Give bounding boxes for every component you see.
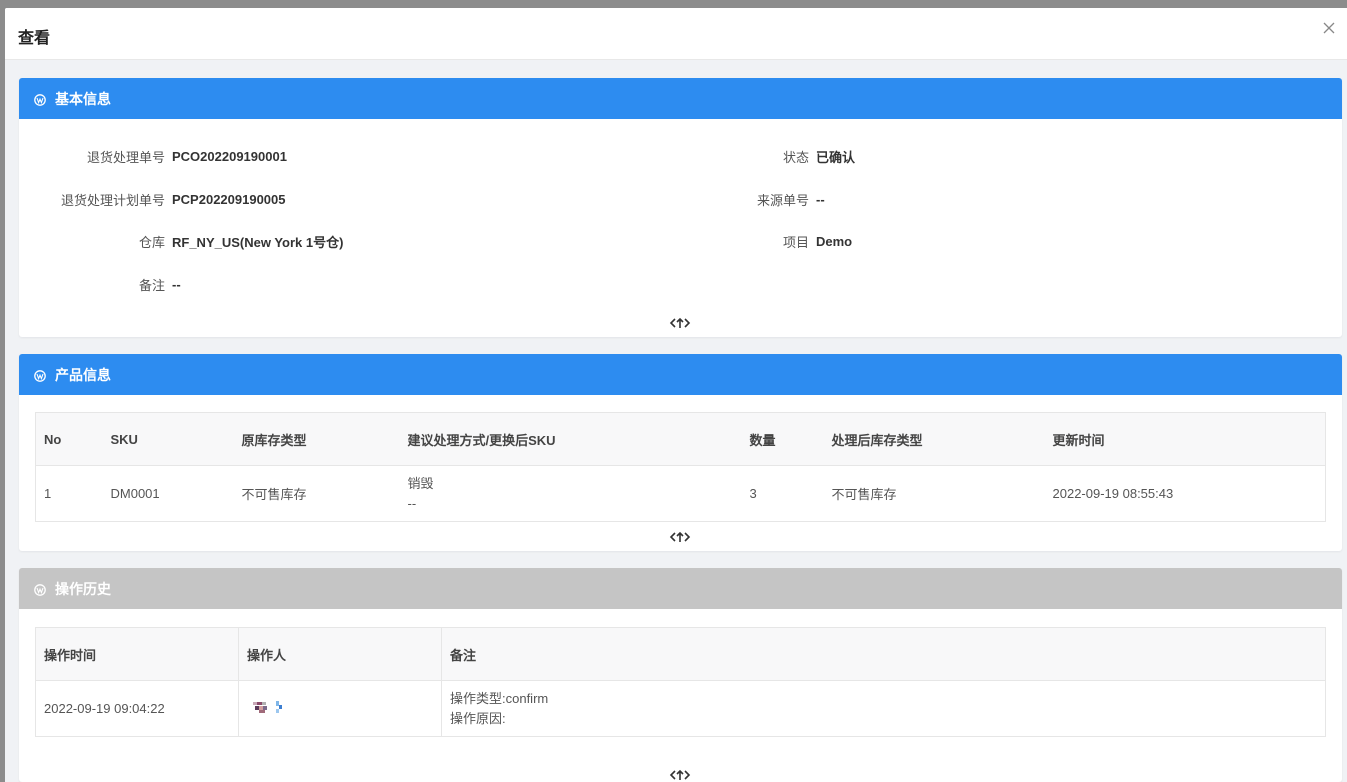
column-header: 操作时间 <box>35 627 239 681</box>
history-table: 操作时间 操作人 备注 2022-09-19 09:04:22 操作类型:con… <box>35 627 1326 737</box>
column-header: 处理后库存类型 <box>823 412 1045 466</box>
column-header: SKU <box>102 412 234 466</box>
history-header[interactable]: 操作历史 <box>19 568 1342 609</box>
cell-quantity: 3 <box>741 465 824 522</box>
table-row: 1 DM0001 不可售库存 销毁 -- 3 不可售库存 2022-09-19 … <box>35 465 1326 522</box>
column-header: 操作人 <box>238 627 442 681</box>
collapse-toggle-icon[interactable] <box>669 316 691 330</box>
cell-processed-stock-type: 不可售库存 <box>823 465 1045 522</box>
history-card: 操作历史 操作时间 操作人 备注 2022-09-19 09:04:22 操作类… <box>19 568 1342 782</box>
column-header: 数量 <box>741 412 824 466</box>
dialog-title: 查看 <box>18 30 51 47</box>
view-dialog: 查看 基本信息 退货处理单号 PCO202209190001 退货处理计划单号 … <box>5 8 1347 782</box>
basic-info-header[interactable]: 基本信息 <box>19 78 1342 119</box>
field-label: 状态 <box>782 149 809 165</box>
dialog-header: 查看 <box>5 8 1347 60</box>
product-info-header[interactable]: 产品信息 <box>19 354 1342 395</box>
basic-info-title: 基本信息 <box>55 90 111 107</box>
cell-time: 2022-09-19 09:04:22 <box>35 680 239 737</box>
table-row: 2022-09-19 09:04:22 操作类型:confirm 操作原因: <box>35 680 1326 737</box>
column-header: No <box>35 412 103 466</box>
field-label: 来源单号 <box>756 192 809 208</box>
history-title: 操作历史 <box>55 580 111 597</box>
field-value: -- <box>172 276 181 292</box>
cell-no: 1 <box>35 465 103 522</box>
replacement-sku: -- <box>407 495 417 511</box>
note-operation-type: 操作类型:confirm <box>450 690 549 706</box>
field-value: 已确认 <box>816 149 856 165</box>
cell-updated-at: 2022-09-19 08:55:43 <box>1044 465 1326 522</box>
column-header: 原库存类型 <box>233 412 400 466</box>
field-remark: 备注 -- <box>19 274 181 294</box>
field-label: 备注 <box>138 277 165 293</box>
close-icon[interactable] <box>1321 20 1337 36</box>
collapse-toggle-icon[interactable] <box>669 530 691 544</box>
cell-original-stock-type: 不可售库存 <box>233 465 400 522</box>
cell-operator <box>238 680 442 737</box>
product-info-card: 产品信息 No SKU 原库存类型 建议处理方式/更换后SKU 数量 处理后库存… <box>19 354 1342 551</box>
operator-avatar <box>247 698 291 719</box>
field-project: 项目 Demo <box>19 231 852 251</box>
field-value: -- <box>816 191 825 207</box>
cell-note: 操作类型:confirm 操作原因: <box>441 680 1326 737</box>
product-info-title: 产品信息 <box>55 366 111 383</box>
suggested-method: 销毁 <box>407 475 434 491</box>
wordpress-icon <box>34 369 46 382</box>
field-value: Demo <box>816 233 853 249</box>
field-status: 状态 已确认 <box>19 146 855 166</box>
product-table: No SKU 原库存类型 建议处理方式/更换后SKU 数量 处理后库存类型 更新… <box>35 412 1326 522</box>
cell-suggested-method: 销毁 -- <box>399 465 742 522</box>
table-header-row: 操作时间 操作人 备注 <box>35 627 1326 681</box>
column-header: 备注 <box>441 627 1326 681</box>
wordpress-icon <box>34 583 46 596</box>
note-operation-reason: 操作原因: <box>450 710 506 726</box>
column-header: 建议处理方式/更换后SKU <box>399 412 742 466</box>
wordpress-icon <box>34 93 46 106</box>
table-header-row: No SKU 原库存类型 建议处理方式/更换后SKU 数量 处理后库存类型 更新… <box>35 412 1326 466</box>
field-source-no: 来源单号 -- <box>19 189 825 209</box>
cell-sku: DM0001 <box>102 465 234 522</box>
basic-info-card: 基本信息 退货处理单号 PCO202209190001 退货处理计划单号 PCP… <box>19 78 1342 337</box>
column-header: 更新时间 <box>1044 412 1326 466</box>
collapse-toggle-icon[interactable] <box>669 768 691 782</box>
field-label: 项目 <box>782 234 809 250</box>
